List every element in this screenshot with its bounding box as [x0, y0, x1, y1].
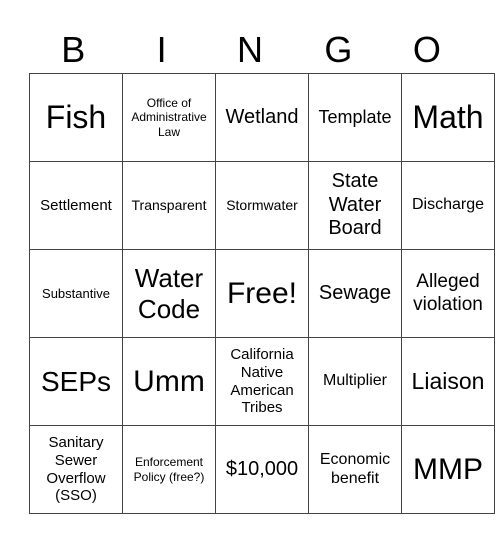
bingo-cell[interactable]: Office of Administrative Law	[122, 73, 216, 162]
header-letter-b: B	[61, 29, 86, 70]
bingo-cell[interactable]: SEPs	[29, 337, 123, 426]
bingo-row: Sanitary Sewer Overflow (SSO) Enforcement…	[29, 425, 495, 514]
bingo-cell[interactable]: Water Code	[122, 249, 216, 338]
bingo-cell[interactable]: Economic benefit	[308, 425, 402, 514]
bingo-cell[interactable]: Discharge	[401, 161, 495, 250]
bingo-card: Fish Office of Administrative Law Wetland T…	[29, 73, 495, 514]
bingo-cell[interactable]: Free!	[215, 249, 309, 338]
bingo-cell[interactable]: Alleged violation	[401, 249, 495, 338]
bingo-cell[interactable]: Sewage	[308, 249, 402, 338]
bingo-cell[interactable]: Substantive	[29, 249, 123, 338]
bingo-row: Fish Office of Administrative Law Wetland T…	[29, 73, 495, 162]
bingo-cell[interactable]: Transparent	[122, 161, 216, 250]
bingo-row: SEPs Umm California Native American Tribes…	[29, 337, 495, 426]
bingo-cell[interactable]: Math	[401, 73, 495, 162]
bingo-cell[interactable]: Fish	[29, 73, 123, 162]
bingo-cell[interactable]: Liaison	[401, 337, 495, 426]
bingo-cell[interactable]: Sanitary Sewer Overflow (SSO)	[29, 425, 123, 514]
bingo-cell[interactable]: California Native American Tribes	[215, 337, 309, 426]
bingo-cell[interactable]: Enforcement Policy (free?)	[122, 425, 216, 514]
header-letter-g: G	[324, 29, 353, 70]
bingo-cell[interactable]: Wetland	[215, 73, 309, 162]
bingo-cell[interactable]: Umm	[122, 337, 216, 426]
bingo-row: Settlement Transparent Stormwater State Wat…	[29, 161, 495, 250]
bingo-cell[interactable]: Multiplier	[308, 337, 402, 426]
bingo-cell[interactable]: Stormwater	[215, 161, 309, 250]
bingo-header: B I N G O	[29, 28, 471, 72]
bingo-row: Substantive Water Code Free! Sewage Alleged …	[29, 249, 495, 338]
header-letter-i: I	[156, 29, 167, 70]
bingo-cell[interactable]: Settlement	[29, 161, 123, 250]
header-letter-o: O	[412, 29, 441, 70]
bingo-cell[interactable]: Template	[308, 73, 402, 162]
bingo-cell[interactable]: $10,000	[215, 425, 309, 514]
bingo-cell[interactable]: MMP	[401, 425, 495, 514]
bingo-cell[interactable]: State Water Board	[308, 161, 402, 250]
header-letter-n: N	[237, 29, 264, 70]
